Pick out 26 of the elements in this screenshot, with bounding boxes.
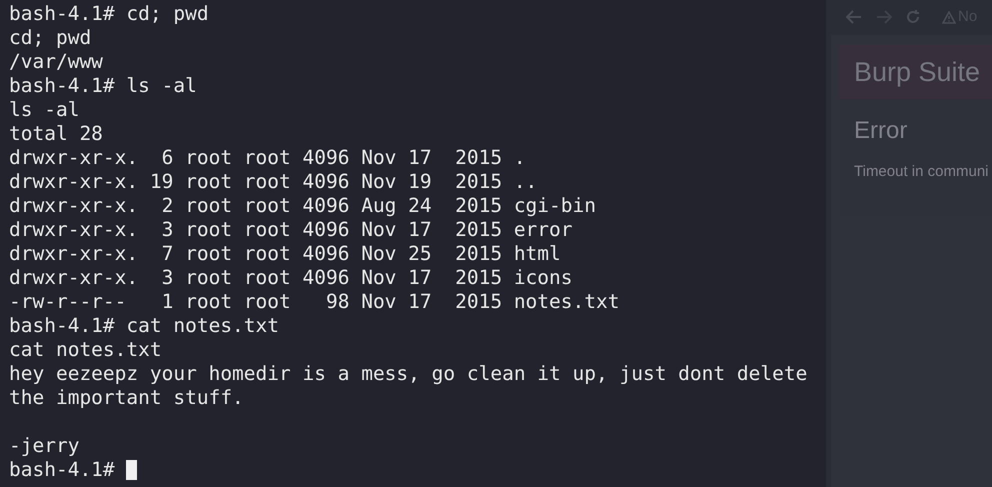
- terminal-line: drwxr-xr-x. 7 root root 4096 Nov 25 2015 html: [9, 242, 561, 266]
- terminal-line: total 28: [9, 122, 103, 146]
- terminal-line: ls -al: [9, 98, 80, 122]
- text-cursor: [126, 460, 138, 480]
- error-heading: Error: [854, 116, 908, 146]
- terminal-line: bash-4.1# ls -al: [9, 74, 197, 98]
- terminal-line: the important stuff.: [9, 386, 244, 410]
- terminal-line: bash-4.1# cd; pwd: [9, 2, 209, 26]
- terminal-line: cat notes.txt: [9, 338, 162, 362]
- terminal-line: drwxr-xr-x. 3 root root 4096 Nov 17 2015 error: [9, 218, 573, 242]
- terminal-line: drwxr-xr-x. 2 root root 4096 Aug 24 2015 cgi-bin: [9, 194, 596, 218]
- terminal-line: drwxr-xr-x. 3 root root 4096 Nov 17 2015 icons: [9, 266, 573, 290]
- terminal-line: drwxr-xr-x. 19 root root 4096 Nov 19 2015 ..: [9, 170, 538, 194]
- reload-icon[interactable]: [906, 10, 920, 24]
- shell-prompt: bash-4.1#: [9, 458, 116, 482]
- terminal-line: -jerry: [9, 434, 80, 458]
- terminal-line: bash-4.1# cat notes.txt: [9, 314, 280, 338]
- banner-title: Burp Suite: [854, 56, 980, 89]
- terminal-line: cd; pwd: [9, 26, 92, 50]
- terminal-line: hey eezeepz your homedir is a mess, go clean it up, just dont delete: [9, 362, 808, 386]
- terminal-line: /var/www: [9, 50, 103, 74]
- terminal-line: -rw-r--r-- 1 root root 98 Nov 17 2015 notes.txt: [9, 290, 620, 314]
- terminal-line: drwxr-xr-x. 6 root root 4096 Nov 17 2015 .: [9, 146, 526, 170]
- error-message: Timeout in communi: [854, 162, 990, 182]
- warning-icon: [942, 10, 956, 24]
- back-icon[interactable]: [846, 10, 862, 24]
